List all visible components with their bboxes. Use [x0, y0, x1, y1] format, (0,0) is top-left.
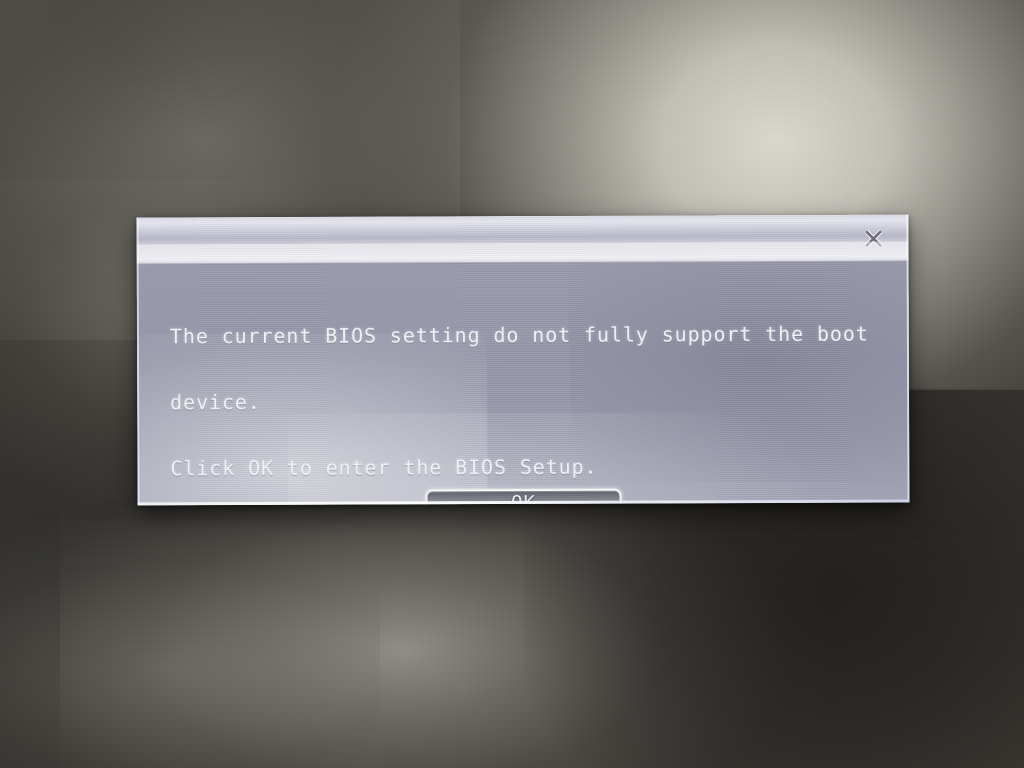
message-line: Click OK to enter the BIOS Setup. [170, 454, 598, 481]
close-icon [861, 227, 885, 251]
dialog-message: The current BIOS setting do not fully su… [170, 279, 871, 506]
dialog-titlebar [136, 214, 909, 265]
surface-glare-bottom-left [0, 520, 380, 768]
surface-dark-top-left [0, 0, 350, 180]
dialog-body: The current BIOS setting do not fully su… [136, 261, 910, 506]
message-line: The current BIOS setting do not fully su… [169, 321, 869, 349]
surface-glare-bottom [60, 470, 820, 768]
message-line: device. [170, 390, 261, 415]
close-button[interactable] [858, 224, 888, 254]
bios-warning-dialog: The current BIOS setting do not fully su… [136, 214, 910, 506]
